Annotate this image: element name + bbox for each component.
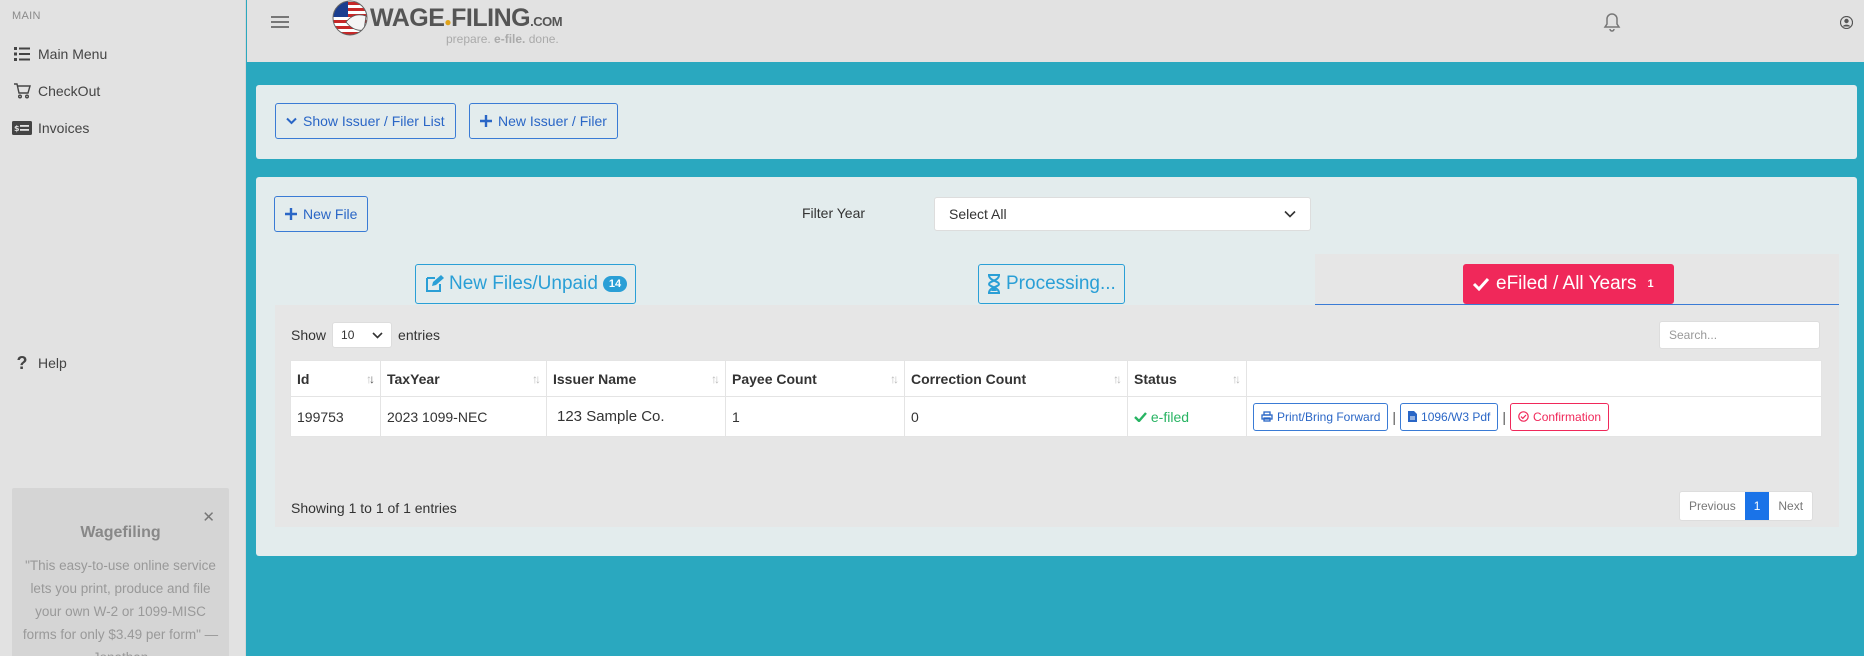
active-tab-area: eFiled / All Years 1 (1315, 254, 1839, 305)
sidebar-caption: MAIN (12, 10, 41, 22)
entries-length-control: Show 10 entries (291, 322, 440, 348)
sidebar-item-label: CheckOut (38, 83, 101, 99)
column-header-issuer-name[interactable]: Issuer Name ↑↓ (546, 360, 726, 397)
table-row: 199753 2023 1099-NEC 123 Sample Co. 1 0 … (290, 396, 1822, 437)
close-icon[interactable]: ✕ (202, 508, 215, 526)
previous-page-button[interactable]: Previous (1680, 492, 1745, 520)
cell-actions: Print/Bring Forward | 1096/W3 Pdf | Conf… (1246, 396, 1822, 437)
chevron-down-icon (372, 331, 383, 339)
cell-correction-count: 0 (904, 396, 1128, 437)
testimonial-title: Wagefiling (80, 524, 161, 541)
column-header-payee-count[interactable]: Payee Count ↑↓ (725, 360, 905, 397)
plus-icon (285, 208, 297, 220)
sidebar-item-checkout[interactable]: CheckOut (12, 83, 100, 99)
sort-icon: ↑↓ (532, 372, 541, 386)
column-header-status[interactable]: Status ↑↓ (1127, 360, 1247, 397)
new-issuer-button[interactable]: New Issuer / Filer (469, 103, 618, 139)
cell-id: 199753 (290, 396, 381, 437)
tab-new-files-unpaid[interactable]: New Files/Unpaid 14 (415, 264, 637, 304)
search-input[interactable] (1659, 321, 1820, 349)
cell-payee-count: 1 (725, 396, 905, 437)
column-header-taxyear[interactable]: TaxYear ↑↓ (380, 360, 547, 397)
sort-icon: ↑↓ (890, 372, 899, 386)
pdf-file-icon (1408, 411, 1418, 422)
check-icon (1472, 277, 1490, 291)
tab-badge: 1 (1641, 276, 1660, 292)
table-header-row: Id ↑↓ TaxYear ↑↓ Issuer Name ↑↓ Payee Count… (290, 360, 1822, 397)
tab-processing[interactable]: Processing... (978, 264, 1125, 304)
plus-icon (480, 115, 492, 127)
separator: | (1392, 409, 1397, 425)
testimonial-text: "This easy-to-use online service lets yo… (22, 558, 219, 656)
sidebar-item-label: Help (38, 355, 67, 371)
filter-year-select[interactable]: Select All (934, 197, 1311, 231)
issuer-panel: Show Issuer / Filer List New Issuer / Fi… (256, 85, 1857, 159)
entries-select[interactable]: 10 (332, 322, 393, 348)
sort-icon: ↑↓ (1232, 372, 1241, 386)
printer-icon (1261, 411, 1273, 422)
sidebar: MAIN Main Menu CheckOut $ Invoices ? Hel… (0, 0, 246, 656)
list-icon (12, 46, 32, 62)
cell-taxyear: 2023 1099-NEC (380, 396, 547, 437)
pagination: Previous 1 Next (1679, 491, 1814, 521)
sidebar-item-label: Invoices (38, 120, 90, 136)
files-table: Id ↑↓ TaxYear ↑↓ Issuer Name ↑↓ Payee Count… (290, 360, 1822, 437)
cell-status: e-filed (1127, 396, 1247, 437)
files-panel: New File Filter Year Select All New File… (256, 177, 1857, 556)
tab-area: New Files/Unpaid 14 Processing... eFiled… (275, 254, 1839, 527)
svg-text:$: $ (14, 124, 20, 133)
chevron-down-icon (286, 117, 297, 125)
column-header-id[interactable]: Id ↑↓ (290, 360, 381, 397)
check-icon (1134, 411, 1147, 423)
sort-icon: ↑↓ (366, 372, 375, 386)
top-header: WAGE●FILING.COM prepare. e-file. done. (247, 0, 1864, 62)
show-issuer-list-button[interactable]: Show Issuer / Filer List (275, 103, 456, 139)
bell-icon[interactable] (1603, 12, 1621, 37)
chevron-down-icon (1284, 210, 1296, 218)
column-header-correction-count[interactable]: Correction Count ↑↓ (904, 360, 1128, 397)
testimonial-card: ✕ Wagefiling "This easy-to-use online se… (12, 488, 229, 656)
question-icon: ? (16, 352, 28, 373)
invoice-icon: $ (12, 120, 32, 136)
table-info: Showing 1 to 1 of 1 entries (291, 500, 457, 516)
sidebar-item-label: Main Menu (38, 46, 108, 62)
edit-icon (426, 275, 444, 292)
logo-tagline: prepare. e-file. done. (446, 32, 559, 46)
sidebar-item-main-menu[interactable]: Main Menu (12, 46, 107, 62)
next-page-button[interactable]: Next (1769, 492, 1812, 520)
logo[interactable]: WAGE●FILING.COM prepare. e-file. done. (332, 0, 592, 48)
tab-badge: 14 (602, 276, 628, 292)
hourglass-icon (987, 274, 1001, 294)
1096-w3-pdf-button[interactable]: 1096/W3 Pdf (1400, 402, 1499, 431)
tab-efiled-all-years[interactable]: eFiled / All Years 1 (1463, 264, 1674, 304)
cell-issuer-name: 123 Sample Co. (546, 396, 726, 437)
separator: | (1502, 409, 1507, 425)
sort-icon: ↑↓ (711, 372, 720, 386)
confirmation-button[interactable]: Confirmation (1510, 402, 1610, 431)
sidebar-item-invoices[interactable]: $ Invoices (12, 120, 89, 136)
new-file-button[interactable]: New File (274, 196, 369, 232)
flag-globe-icon (332, 0, 368, 36)
sidebar-item-help[interactable]: ? Help (12, 352, 67, 373)
print-bring-forward-button[interactable]: Print/Bring Forward (1253, 402, 1389, 431)
column-header-actions (1246, 360, 1822, 397)
sort-icon: ↑↓ (1113, 372, 1122, 386)
page-1-button[interactable]: 1 (1744, 492, 1770, 520)
logo-wordmark: WAGE●FILING.COM (370, 4, 563, 32)
check-circle-icon (1518, 411, 1529, 422)
hamburger-menu-icon[interactable] (271, 14, 289, 35)
cart-icon (12, 83, 32, 99)
filter-year-label: Filter Year (802, 205, 866, 221)
user-icon[interactable] (1839, 15, 1854, 34)
status-badge: e-filed (1150, 408, 1190, 425)
